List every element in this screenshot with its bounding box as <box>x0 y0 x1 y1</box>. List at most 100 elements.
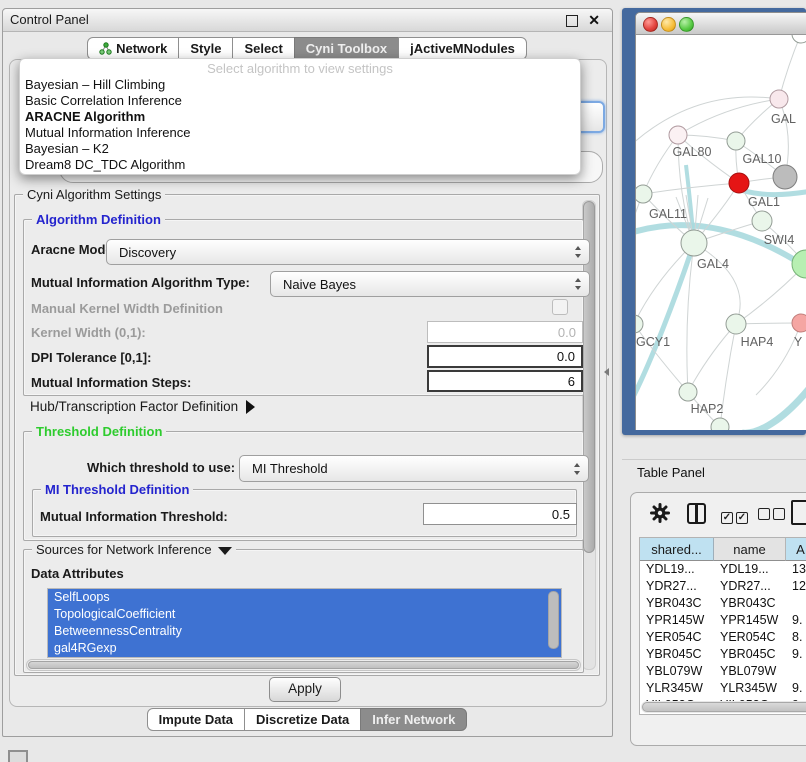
splitter-collapse-arrow[interactable] <box>604 368 609 376</box>
zoom-traffic-light-icon[interactable] <box>679 17 694 32</box>
tab-network[interactable]: Network <box>87 37 179 60</box>
network-canvas[interactable]: GAL GAL80 GAL10 GAL1 GAL11 SWI4 GAL4 GCY… <box>636 35 806 430</box>
network-graph: GAL GAL80 GAL10 GAL1 GAL11 SWI4 GAL4 GCY… <box>636 35 806 430</box>
collapse-down-icon[interactable] <box>218 547 232 555</box>
node-bright-green[interactable] <box>792 250 806 278</box>
node-gal11[interactable] <box>636 185 652 203</box>
table-row[interactable]: YER054CYER054C8. <box>640 629 806 646</box>
label-gcy1: GCY1 <box>636 335 670 349</box>
dropdown-item-aracne[interactable]: ARACNE Algorithm <box>20 109 580 125</box>
mi-steps-field[interactable]: 6 <box>427 370 583 392</box>
tab-cyni-toolbox[interactable]: Cyni Toolbox <box>294 37 399 60</box>
table-row[interactable]: YBR043CYBR043C <box>640 595 806 612</box>
tab-style[interactable]: Style <box>178 37 233 60</box>
threshold-definition-legend: Threshold Definition <box>32 424 166 439</box>
table-row[interactable]: YBR045CYBR045C9. <box>640 646 806 663</box>
network-view-window: GAL GAL80 GAL10 GAL1 GAL11 SWI4 GAL4 GCY… <box>635 12 806 430</box>
label-gal10: GAL10 <box>743 152 782 166</box>
node-labels: GAL GAL80 GAL10 GAL1 GAL11 SWI4 GAL4 GCY… <box>636 112 803 416</box>
node-bottom[interactable] <box>711 418 729 430</box>
node-swi4[interactable] <box>752 211 772 231</box>
list-item-topologicalcoefficient[interactable]: TopologicalCoefficient <box>48 606 561 623</box>
label-gal: GAL <box>771 112 796 126</box>
control-panel-title: Control Panel <box>10 9 89 31</box>
hub-factor-section[interactable]: Hub/Transcription Factor Definition <box>30 399 255 414</box>
table-row[interactable]: YLR345WYLR345W9. <box>640 680 806 697</box>
sources-legend[interactable]: Sources for Network Inference <box>32 542 236 557</box>
mi-threshold-field[interactable]: 0.5 <box>423 503 577 525</box>
which-threshold-combobox[interactable]: MI Threshold <box>239 455 589 482</box>
tab-discretize-data[interactable]: Discretize Data <box>244 708 361 731</box>
algorithm-dropdown-list: Select algorithm to view settings Bayesi… <box>19 58 581 175</box>
panel-corner-icon[interactable] <box>8 750 28 762</box>
list-scrollbar-thumb[interactable] <box>548 591 559 649</box>
node-gal80[interactable] <box>669 126 687 144</box>
node-gal1-red[interactable] <box>729 173 749 193</box>
column-header-name[interactable]: name <box>714 538 786 561</box>
table-panel-separator <box>622 459 806 460</box>
tab-impute-data[interactable]: Impute Data <box>147 708 245 731</box>
table-row[interactable]: YDR27...YDR27...12 <box>640 578 806 595</box>
tab-infer-network[interactable]: Infer Network <box>360 708 467 731</box>
select-all-icon[interactable]: ✓✓ <box>721 507 751 525</box>
close-traffic-light-icon[interactable] <box>643 17 658 32</box>
manual-kernel-checkbox[interactable] <box>552 299 568 315</box>
node-gcy1[interactable] <box>636 315 643 333</box>
kernel-width-field[interactable]: 0.0 <box>427 321 583 343</box>
node-gal-pink[interactable] <box>770 90 788 108</box>
deselect-all-icon[interactable] <box>758 507 788 525</box>
dropdown-item-mutual-information[interactable]: Mutual Information Inference <box>20 125 580 141</box>
unchecked-box-icon <box>758 508 770 520</box>
node-table: shared... name A YDL19...YDL19...13 YDR2… <box>639 537 806 715</box>
node-hap2[interactable] <box>679 383 697 401</box>
table-horizontal-scrollbar[interactable] <box>641 701 806 713</box>
minimize-traffic-light-icon[interactable] <box>661 17 676 32</box>
node-top-white[interactable] <box>792 35 806 43</box>
new-table-icon[interactable] <box>791 500 806 525</box>
control-panel-window: Control Panel ✕ Network Style Select Cyn… <box>2 8 613 737</box>
control-panel-tabs: Network Style Select Cyni Toolbox jActiv… <box>3 37 612 60</box>
column-header-partial[interactable]: A <box>786 538 806 561</box>
control-panel-titlebar[interactable]: Control Panel ✕ <box>3 9 612 32</box>
dpi-tolerance-field[interactable]: 0.0 <box>427 345 583 368</box>
dropdown-item-bayesian-hill-climbing[interactable]: Bayesian – Hill Climbing <box>20 77 580 93</box>
dropdown-item-basic-correlation[interactable]: Basic Correlation Inference <box>20 93 580 109</box>
tab-jactivemnodules[interactable]: jActiveMNodules <box>398 37 527 60</box>
tab-select[interactable]: Select <box>232 37 294 60</box>
table-row[interactable]: YBL079WYBL079W <box>640 663 806 680</box>
dropdown-item-dream8[interactable]: Dream8 DC_TDC Algorithm <box>20 157 580 173</box>
table-row[interactable]: YPR145WYPR145W9. <box>640 612 806 629</box>
unchecked-box-icon <box>773 508 785 520</box>
node-hap4[interactable] <box>726 314 746 334</box>
column-layout-icon[interactable] <box>687 503 706 524</box>
float-window-icon[interactable] <box>566 15 578 27</box>
network-window-titlebar[interactable] <box>636 13 806 35</box>
apply-button[interactable]: Apply <box>269 677 341 702</box>
dpi-tolerance-label: DPI Tolerance [0,1]: <box>31 350 151 365</box>
aracne-mode-label: Aracne Mode: <box>31 242 117 257</box>
node-salmon[interactable] <box>792 314 806 332</box>
network-view-frame[interactable]: GAL GAL80 GAL10 GAL1 GAL11 SWI4 GAL4 GCY… <box>622 8 806 435</box>
aracne-mode-combobox[interactable]: Discovery <box>106 239 590 265</box>
table-panel-title: Table Panel <box>637 465 705 480</box>
node-gray[interactable] <box>773 165 797 189</box>
mi-type-label: Mutual Information Algorithm Type: <box>31 275 250 290</box>
node-gal4[interactable] <box>681 230 707 256</box>
which-threshold-value: MI Threshold <box>252 461 328 476</box>
close-icon[interactable]: ✕ <box>588 11 600 30</box>
settings-gear-icon[interactable] <box>649 502 671 524</box>
sources-horizontal-scrollbar[interactable] <box>26 659 581 671</box>
node-gal10[interactable] <box>727 132 745 150</box>
list-item-selfloops[interactable]: SelfLoops <box>48 589 561 606</box>
table-scrollbar-thumb[interactable] <box>642 702 806 712</box>
mi-type-combobox[interactable]: Naive Bayes <box>270 271 590 297</box>
table-row[interactable]: YDL19...YDL19...13 <box>640 561 806 578</box>
column-header-shared-name[interactable]: shared... <box>640 538 714 561</box>
algorithm-definition-group: Algorithm Definition Aracne Mode: Discov… <box>23 219 584 396</box>
sources-scrollbar-thumb[interactable] <box>28 661 579 669</box>
expand-right-icon[interactable] <box>246 400 255 414</box>
list-item-betweennesscentrality[interactable]: BetweennessCentrality <box>48 623 561 640</box>
list-item-gal4rgexp[interactable]: gal4RGexp <box>48 640 561 657</box>
dropdown-item-bayesian-k2[interactable]: Bayesian – K2 <box>20 141 580 157</box>
sources-group: Sources for Network Inference Data Attri… <box>23 549 584 673</box>
